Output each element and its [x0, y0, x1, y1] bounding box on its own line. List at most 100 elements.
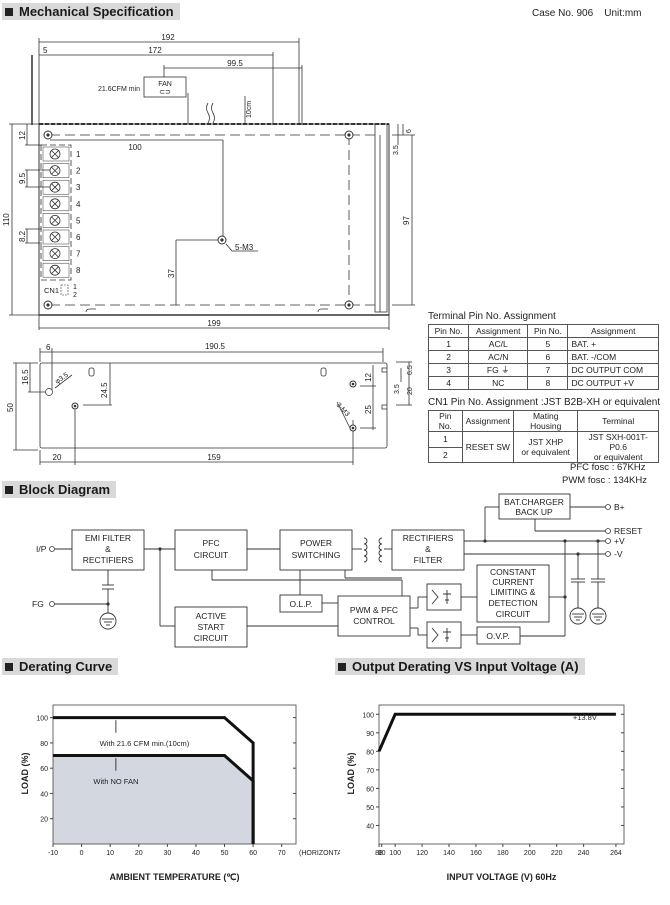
side-holes [45, 380, 357, 432]
label-fg: FG [32, 599, 44, 609]
cell: BAT. -/COM [567, 350, 659, 364]
section-title-derating: Derating Curve [2, 658, 119, 675]
x-tick-label: 160 [470, 850, 482, 857]
side-dim-16-5: 16.5 [21, 369, 30, 385]
cell: NC [468, 376, 529, 390]
side-dim-6-5: 6.5 [407, 365, 414, 375]
plot-frame [378, 704, 625, 845]
pwm-text: PWM & PFC [350, 605, 398, 615]
dim-199: 199 [207, 319, 221, 328]
cn1-pin-2: 2 [73, 292, 77, 299]
annotation-fan: With 21.6 CFM min.(10cm) [100, 739, 190, 748]
terminal-number: 5 [76, 216, 81, 225]
side-dim-6: 6 [46, 343, 51, 352]
side-dim-20: 20 [53, 453, 62, 462]
x-tick-label: 40 [192, 850, 200, 857]
x-tick-label: 70 [278, 850, 286, 857]
cn1-connector [60, 284, 69, 296]
terminal-number: 3 [76, 183, 81, 192]
annotation-voltage: +13.8V [573, 713, 597, 722]
terminal-numbers: 1 2 3 4 5 6 7 8 [76, 150, 81, 275]
fan-flow: 21.6CFM min [98, 86, 140, 93]
y-tick-label: 80 [40, 741, 48, 748]
table-row: 2 AC/N 6 BAT. -/COM [427, 350, 659, 364]
dim-192: 192 [161, 33, 175, 42]
section-title-text: Derating Curve [19, 659, 113, 674]
airflow-icon [206, 102, 215, 124]
side-dim-159: 159 [207, 453, 221, 462]
side-dim-24-5: 24.5 [100, 382, 109, 398]
emi-text: & [105, 544, 111, 554]
cell: JST SXH-001T-P0.6 or equivalent [577, 431, 659, 463]
bullet-square-icon [5, 662, 13, 671]
fan-label: FAN [158, 81, 172, 88]
cell: 4 [427, 376, 470, 390]
cell: 8 [527, 376, 569, 390]
side-dia-3-5: φ3.5 [54, 372, 70, 386]
cn1-table: Pin No. Assignment Mating Housing Termin… [428, 410, 659, 463]
section-title-mechanical: Mechanical Specification [2, 3, 180, 20]
col-header: Mating Housing [513, 410, 579, 432]
mounting-holes [43, 130, 354, 310]
series-fill-area [53, 755, 254, 844]
ccl-text: CIRCUIT [496, 609, 530, 619]
cell-line: or equivalent [521, 447, 571, 457]
optocoupler-2 [426, 621, 462, 649]
cell: RESET SW [461, 431, 515, 463]
x-tick-label: 200 [524, 850, 536, 857]
ccl-text: LIMITING & [491, 587, 536, 597]
side-dim-3-5: 3.5 [394, 384, 401, 394]
charger-text: BACK UP [515, 507, 553, 517]
label-ip: I/P [36, 544, 47, 554]
fan-icon: ⊂⊃ [159, 89, 171, 96]
output-b-plus: B+ [614, 502, 625, 512]
case-info: Case No. 906 Unit:mm [532, 8, 642, 19]
x-tick-label: 120 [416, 850, 428, 857]
table-row: 3 FG ⏚ 7 DC OUTPUT COM [427, 363, 659, 377]
x-tick-label: 50 [221, 850, 229, 857]
terminal-number: 6 [76, 233, 81, 242]
emi-text: EMI FILTER [85, 533, 131, 543]
derating-chart: 20406080100-10010203040506070(HORIZONTAL… [20, 704, 340, 882]
ccl-text: CONSTANT [490, 567, 536, 577]
table-row: 1 RESET SW JST XHP or equivalent JST SXH-… [428, 431, 659, 463]
rect-text: FILTER [414, 555, 443, 565]
y-tick-label: 40 [366, 823, 374, 830]
y-tick-label: 70 [366, 768, 374, 775]
screw-5-m3: 5-M3 [235, 243, 254, 252]
pwm-text: CONTROL [353, 616, 395, 626]
cell: AC/N [468, 350, 529, 364]
col-header: Assignment [567, 324, 659, 338]
cn1-pin-1: 1 [73, 284, 77, 291]
olp-text: O.L.P. [290, 599, 313, 609]
dim-5: 5 [43, 46, 48, 55]
table-header-row: Pin No. Assignment Mating Housing Termin… [428, 410, 659, 432]
terminal-number: 1 [76, 150, 81, 159]
x-tick-label: 30 [163, 850, 171, 857]
cell: FG ⏚ [468, 363, 529, 377]
active-text: CIRCUIT [194, 633, 228, 643]
col-header: Assignment [461, 410, 515, 432]
cell: 2 [427, 350, 470, 364]
ovp-text: O.V.P. [486, 631, 509, 641]
charger-text: BAT.CHARGER [504, 497, 564, 507]
cell: 1 [428, 431, 463, 448]
terminal-table-caption: Terminal Pin No. Assignment [428, 311, 556, 322]
table-row: 1 AC/L 5 BAT. + [427, 337, 659, 351]
bullet-square-icon [5, 7, 13, 16]
x-tick-label: 60 [249, 850, 257, 857]
ccl-text: CURRENT [492, 577, 534, 587]
active-text: ACTIVE [196, 611, 227, 621]
section-title-output-derating: Output Derating VS Input Voltage (A) [335, 658, 585, 675]
pfc-text: CIRCUIT [194, 550, 228, 560]
x-tick-label: 10 [106, 850, 114, 857]
cn1-label: CN1 [44, 286, 59, 295]
side-dim-20b: 20 [407, 387, 414, 395]
pwm-fosc: PWM fosc : 134KHz [562, 475, 647, 486]
section-title-text: Mechanical Specification [19, 4, 174, 19]
x-tick-label: 100 [389, 850, 401, 857]
rect-text: & [425, 544, 431, 554]
x-tick-label: 90 [378, 850, 386, 857]
cell-line: or equivalent [593, 452, 643, 462]
table-row: 4 NC 8 DC OUTPUT +V [427, 376, 659, 390]
